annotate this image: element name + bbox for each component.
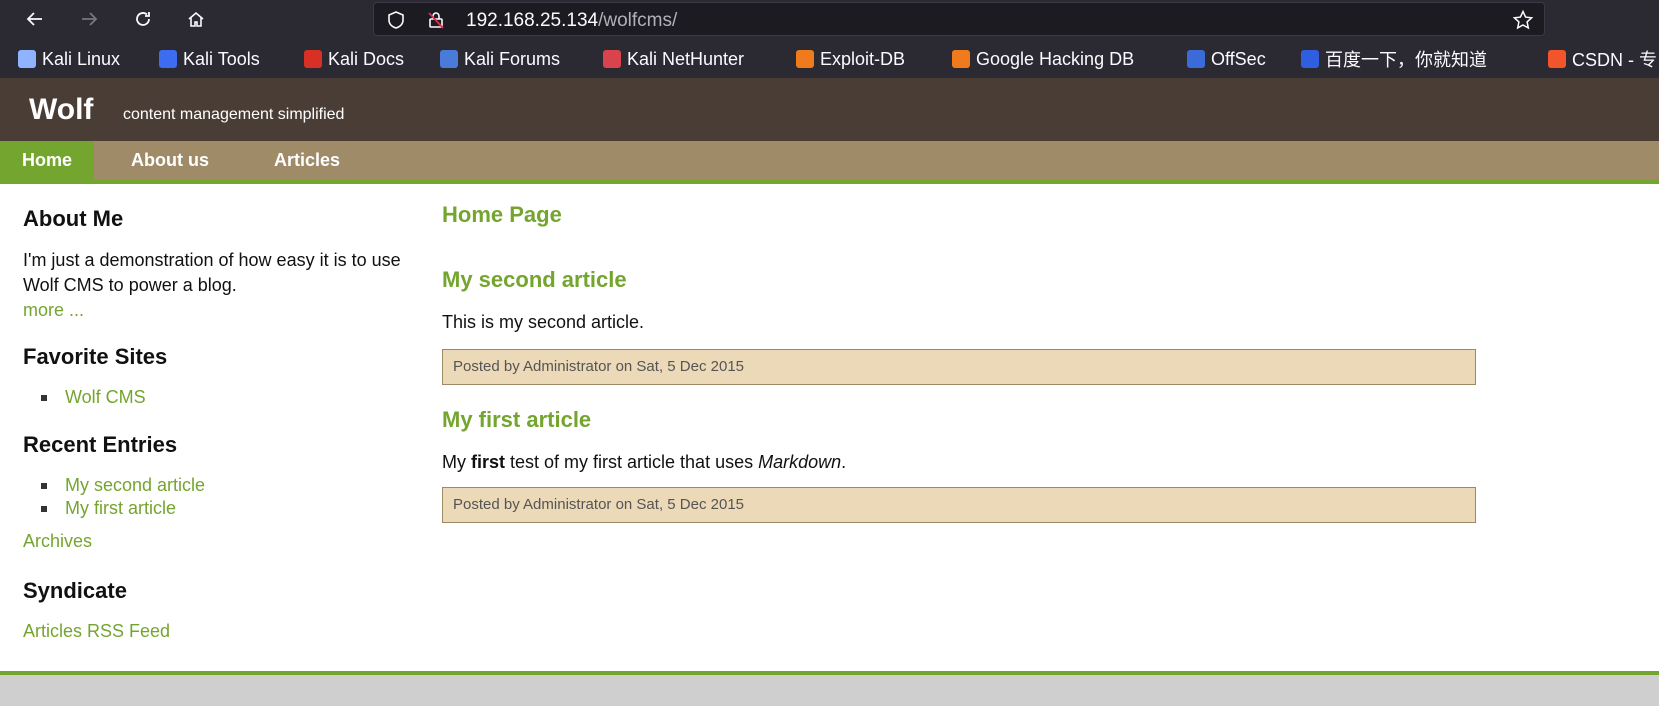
main-nav: Home About us Articles <box>0 141 1659 184</box>
about-me-body: I'm just a demonstration of how easy it … <box>23 250 401 295</box>
kali-forums-icon <box>440 50 458 68</box>
about-me-heading: About Me <box>23 206 124 231</box>
baidu-icon <box>1301 50 1319 68</box>
archives-link[interactable]: Archives <box>23 531 92 551</box>
url-path: /wolfcms/ <box>598 10 678 31</box>
recent-entries-list: My second article My first article <box>41 474 205 520</box>
ghdb-icon <box>952 50 970 68</box>
bookmark-google-hacking-db[interactable]: Google Hacking DB <box>952 48 1134 70</box>
kali-tools-icon <box>159 50 177 68</box>
list-item: My second article <box>41 474 205 497</box>
address-bar[interactable]: 192.168.25.134/wolfcms/ <box>373 2 1545 36</box>
kali-dragon-icon <box>18 50 36 68</box>
article-body-first: My first test of my first article that u… <box>442 452 846 473</box>
article-body-bold: first <box>471 452 506 472</box>
url-host: 192.168.25.134 <box>466 10 599 31</box>
site-logo[interactable]: Wolf <box>29 93 93 127</box>
arrow-right-icon <box>82 12 98 26</box>
article-body-second: This is my second article. <box>442 312 645 332</box>
star-icon[interactable] <box>1512 9 1534 31</box>
list-item: My first article <box>41 497 205 520</box>
reload-icon <box>136 12 150 26</box>
nav-home[interactable]: Home <box>0 141 95 180</box>
shield-icon[interactable] <box>386 10 406 30</box>
page-title: Home Page <box>442 202 562 227</box>
nethunter-icon <box>603 50 621 68</box>
article-body-italic: Markdown <box>758 452 842 472</box>
wolf-cms-link[interactable]: Wolf CMS <box>65 387 146 407</box>
exploit-db-icon <box>796 50 814 68</box>
article-body-text: test of my first article that uses <box>505 452 759 472</box>
favorite-sites-list: Wolf CMS <box>41 386 146 409</box>
back-button[interactable] <box>21 5 49 33</box>
archives-row: Archives <box>23 529 403 554</box>
article-body-text: My <box>442 452 471 472</box>
favorite-sites-heading: Favorite Sites <box>23 344 168 369</box>
csdn-icon <box>1548 50 1566 68</box>
home-icon <box>188 11 204 27</box>
site-header: Wolf content management simplified <box>0 78 1659 141</box>
recent-second-article-link[interactable]: My second article <box>65 475 205 495</box>
offsec-icon <box>1187 50 1205 68</box>
article-meta-second: Posted by Administrator on Sat, 5 Dec 20… <box>442 349 1476 385</box>
home-button[interactable] <box>182 5 210 33</box>
bookmark-kali-forums[interactable]: Kali Forums <box>440 48 560 70</box>
site-slogan: content management simplified <box>123 106 345 123</box>
recent-entries-heading: Recent Entries <box>23 432 178 457</box>
bookmark-kali-docs[interactable]: Kali Docs <box>304 48 404 70</box>
insecure-lock-icon[interactable] <box>426 10 446 30</box>
rss-feed-link[interactable]: Articles RSS Feed <box>23 621 170 641</box>
about-me-text: I'm just a demonstration of how easy it … <box>23 248 403 323</box>
about-more-link[interactable]: more ... <box>23 300 84 320</box>
bookmarks-toolbar: Kali Linux Kali Tools Kali Docs Kali For… <box>0 38 1659 78</box>
bookmark-exploit-db[interactable]: Exploit-DB <box>796 48 905 70</box>
rss-row: Articles RSS Feed <box>23 619 403 644</box>
bookmark-baidu[interactable]: 百度一下，你就知道 <box>1301 48 1487 70</box>
nav-about-us[interactable]: About us <box>109 141 231 180</box>
url-text[interactable]: 192.168.25.134/wolfcms/ <box>466 10 677 32</box>
bookmark-kali-nethunter[interactable]: Kali NetHunter <box>603 48 744 70</box>
syndicate-heading: Syndicate <box>23 578 127 603</box>
article-body-text: . <box>841 452 847 472</box>
browser-toolbar: 192.168.25.134/wolfcms/ <box>0 0 1659 38</box>
reload-button[interactable] <box>129 5 157 33</box>
forward-button[interactable] <box>75 5 103 33</box>
arrow-left-icon <box>26 12 42 26</box>
kali-docs-icon <box>304 50 322 68</box>
recent-first-article-link[interactable]: My first article <box>65 498 176 518</box>
article-meta-first: Posted by Administrator on Sat, 5 Dec 20… <box>442 487 1476 523</box>
bookmark-kali-linux[interactable]: Kali Linux <box>18 48 120 70</box>
bookmark-offsec[interactable]: OffSec <box>1187 48 1266 70</box>
article-title-second[interactable]: My second article <box>442 267 627 293</box>
list-item: Wolf CMS <box>41 386 146 409</box>
article-title-first[interactable]: My first article <box>442 407 591 433</box>
nav-articles[interactable]: Articles <box>252 141 362 180</box>
bookmark-csdn[interactable]: CSDN - 专 <box>1548 48 1657 70</box>
bookmark-kali-tools[interactable]: Kali Tools <box>159 48 260 70</box>
site-footer <box>0 675 1659 706</box>
